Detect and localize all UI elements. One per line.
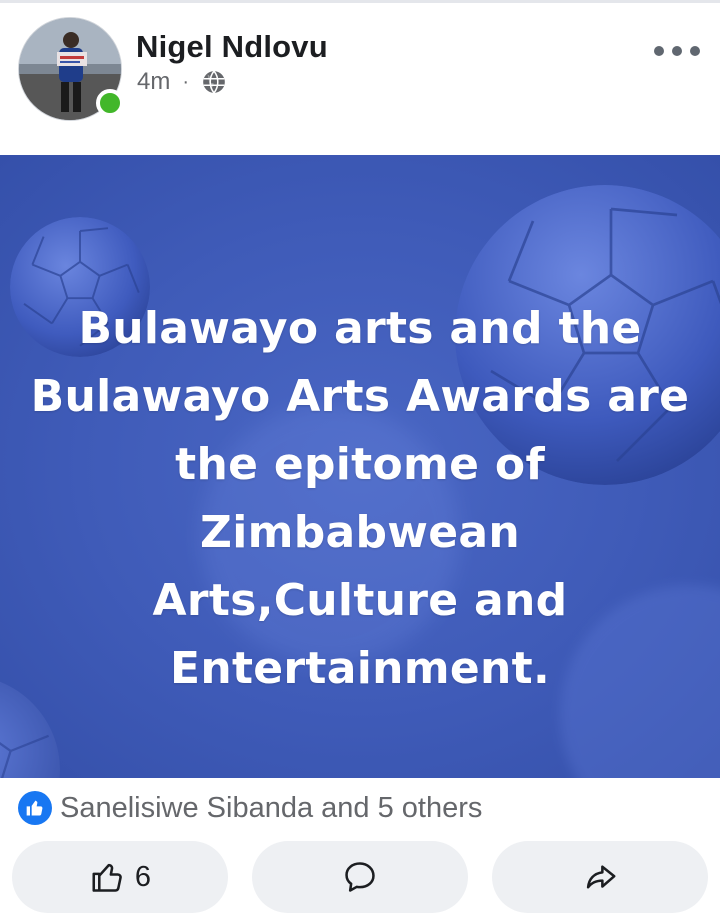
author-name[interactable]: Nigel Ndlovu (136, 29, 328, 65)
post-time[interactable]: 4m (137, 68, 170, 96)
reactions-summary-text: Sanelisiwe Sibanda and 5 others (60, 791, 483, 824)
share-button[interactable] (492, 841, 708, 913)
more-dot-icon (690, 46, 700, 56)
avatar[interactable] (18, 17, 124, 121)
post-image-background[interactable]: Bulawayo arts and the Bulawayo Arts Awar… (0, 155, 720, 778)
like-button[interactable]: 6 (12, 841, 228, 913)
more-dot-icon (672, 46, 682, 56)
comment-button[interactable] (252, 841, 468, 913)
reactions-summary[interactable]: Sanelisiwe Sibanda and 5 others (18, 788, 482, 828)
like-count: 6 (134, 860, 152, 893)
post-body-text: Bulawayo arts and the Bulawayo Arts Awar… (30, 303, 690, 694)
thumbs-up-icon (92, 863, 122, 892)
post-header: Nigel Ndlovu 4m · (0, 3, 720, 155)
more-dot-icon (654, 46, 664, 56)
share-arrow-icon (586, 865, 616, 889)
post-meta: 4m · (137, 67, 227, 97)
meta-separator: · (182, 70, 190, 93)
comment-bubble-icon (345, 862, 375, 892)
more-options-button[interactable] (654, 39, 700, 63)
like-reaction-icon (18, 791, 52, 825)
globe-icon[interactable] (201, 69, 227, 95)
online-status-dot (96, 89, 124, 117)
